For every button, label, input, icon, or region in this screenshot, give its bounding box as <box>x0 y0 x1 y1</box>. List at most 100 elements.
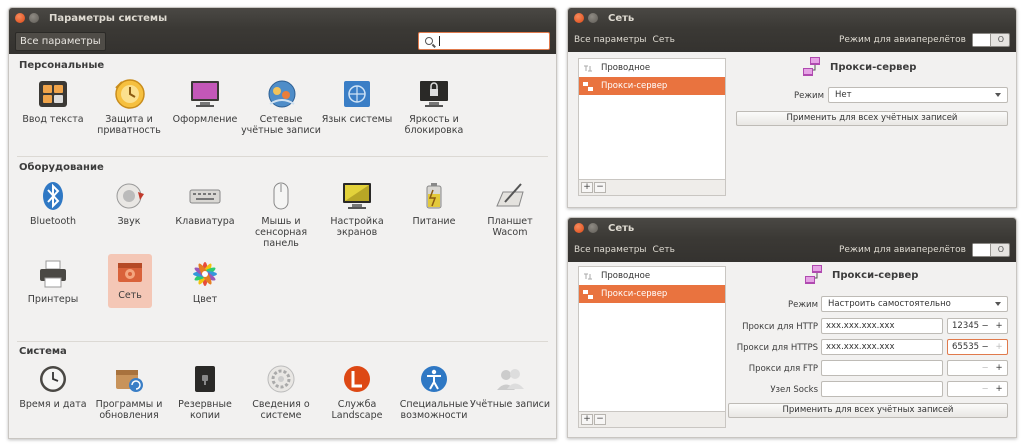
system-settings-window: Параметры системы Все параметры Персонал… <box>8 7 557 439</box>
item-user-accounts[interactable]: Учётные записи <box>470 363 550 410</box>
proxy-header: Прокси-сервер <box>802 56 916 78</box>
device-row-wired[interactable]: Проводное <box>579 59 725 77</box>
socks-port-stepper[interactable]: − + <box>947 381 1008 397</box>
network-window-proxy-none: Сеть Все параметры Сеть Режим для авиапе… <box>567 7 1017 208</box>
all-settings-button[interactable]: Все параметры <box>15 31 106 51</box>
socks-host-input[interactable] <box>821 381 943 397</box>
item-displays[interactable]: Настройка экранов <box>317 180 397 238</box>
airplane-mode-label: Режим для авиаперелётов <box>838 245 966 255</box>
https-proxy-input[interactable]: xxx.xxx.xxx.xxx <box>821 339 943 355</box>
airplane-mode-toggle[interactable]: O <box>972 243 1010 257</box>
proxy-mode-select[interactable]: Нет <box>828 87 1008 103</box>
item-mouse-touchpad[interactable]: Мышь и сенсорная панель <box>241 180 321 249</box>
item-online-accounts[interactable]: Сетевые учётные записи <box>241 78 321 136</box>
item-bluetooth[interactable]: Bluetooth <box>13 180 93 227</box>
titlebar: Параметры системы <box>9 8 556 28</box>
https-proxy-label: Прокси для HTTPS <box>736 343 818 353</box>
remove-device-button[interactable]: − <box>594 182 606 193</box>
item-brightness-lock[interactable]: Яркость и блокировка <box>394 78 474 136</box>
item-system-details[interactable]: Сведения о системе <box>241 363 321 421</box>
breadcrumb-all-settings[interactable]: Все параметры <box>574 245 647 255</box>
https-port-stepper[interactable]: 65535 − + <box>947 339 1008 355</box>
wacom-tablet-icon <box>493 180 527 212</box>
minimize-window-button[interactable] <box>588 13 598 23</box>
add-device-button[interactable]: + <box>581 414 593 425</box>
close-window-button[interactable] <box>15 13 25 23</box>
minimize-window-button[interactable] <box>29 13 39 23</box>
proxy-icon <box>583 289 593 299</box>
http-proxy-input[interactable]: xxx.xxx.xxx.xxx <box>821 318 943 334</box>
increment-button[interactable]: + <box>993 319 1005 333</box>
item-label: Служба Landscape <box>331 399 383 421</box>
ftp-port-stepper[interactable]: − + <box>947 360 1008 376</box>
increment-button[interactable]: + <box>993 382 1005 396</box>
item-backups[interactable]: Резервные копии <box>165 363 245 421</box>
increment-button[interactable]: + <box>993 361 1005 375</box>
item-label: Питание <box>412 216 456 227</box>
power-icon <box>417 180 451 212</box>
proxy-mode-select[interactable]: Настроить самостоятельно <box>821 296 1008 312</box>
close-window-button[interactable] <box>574 13 584 23</box>
device-row-proxy[interactable]: Прокси-сервер <box>579 77 725 95</box>
item-security-privacy[interactable]: Защита и приватность <box>89 78 169 136</box>
security-privacy-icon <box>112 78 146 110</box>
item-sound[interactable]: Звук <box>89 180 169 227</box>
item-color[interactable]: Цвет <box>165 258 245 305</box>
toggle-state: O <box>997 35 1004 44</box>
search-input[interactable] <box>418 32 550 50</box>
decrement-button[interactable]: − <box>979 361 991 375</box>
ftp-proxy-input[interactable] <box>821 360 943 376</box>
item-time-date[interactable]: Время и дата <box>13 363 93 410</box>
breadcrumb-all-settings[interactable]: Все параметры <box>574 35 647 45</box>
keyboard-icon <box>188 180 222 212</box>
decrement-button[interactable]: − <box>979 340 991 354</box>
item-network[interactable]: Сеть <box>108 254 152 308</box>
proxy-mode-value: Настроить самостоятельно <box>828 299 951 309</box>
device-label: Прокси-сервер <box>601 81 668 91</box>
breadcrumb-network[interactable]: Сеть <box>653 245 675 255</box>
mouse-icon <box>264 180 298 212</box>
device-row-wired[interactable]: Проводное <box>579 267 725 285</box>
sound-icon <box>112 180 146 212</box>
decrement-button[interactable]: − <box>979 382 991 396</box>
minimize-window-button[interactable] <box>588 223 598 233</box>
close-window-button[interactable] <box>574 223 584 233</box>
item-label: Клавиатура <box>175 216 235 227</box>
remove-device-button[interactable]: − <box>594 414 606 425</box>
device-row-proxy[interactable]: Прокси-сервер <box>579 285 725 303</box>
keyboard-input-icon <box>36 78 70 110</box>
item-label: Настройка экранов <box>330 216 384 238</box>
divider <box>17 156 548 157</box>
increment-button[interactable]: + <box>993 340 1005 354</box>
item-landscape[interactable]: Служба Landscape <box>317 363 397 421</box>
item-wacom-tablet[interactable]: Планшет Wacom <box>470 180 550 238</box>
wired-network-icon <box>584 273 592 279</box>
item-text-entry[interactable]: Ввод текста <box>13 78 93 125</box>
item-keyboard[interactable]: Клавиатура <box>165 180 245 227</box>
clock-icon <box>36 363 70 395</box>
item-label: Планшет Wacom <box>487 216 533 238</box>
system-details-icon <box>264 363 298 395</box>
decrement-button[interactable]: − <box>979 319 991 333</box>
http-port-stepper[interactable]: 12345 − + <box>947 318 1008 334</box>
titlebar: Сеть <box>568 218 1016 238</box>
section-hardware: Оборудование <box>19 162 104 173</box>
item-appearance[interactable]: Оформление <box>165 78 245 125</box>
ftp-proxy-label: Прокси для FTP <box>748 364 818 374</box>
airplane-mode-toggle[interactable]: O <box>972 33 1010 47</box>
socks-host-label: Узел Socks <box>770 385 818 395</box>
item-accessibility[interactable]: Специальные возможности <box>394 363 474 421</box>
toggle-knob <box>973 244 991 256</box>
device-label: Прокси-сервер <box>601 289 668 299</box>
item-label: Ввод текста <box>22 114 84 125</box>
breadcrumb-network[interactable]: Сеть <box>653 35 675 45</box>
network-window-proxy-manual: Сеть Все параметры Сеть Режим для авиапе… <box>567 217 1017 438</box>
item-software-updates[interactable]: Программы и обновления <box>89 363 169 421</box>
apply-system-wide-button[interactable]: Применить для всех учётных записей <box>728 403 1008 418</box>
item-language[interactable]: Язык системы <box>317 78 397 125</box>
item-printers[interactable]: Принтеры <box>13 258 93 305</box>
apply-system-wide-button[interactable]: Применить для всех учётных записей <box>736 111 1008 126</box>
item-power[interactable]: Питание <box>394 180 474 227</box>
toolbar: Все параметры <box>9 28 556 54</box>
add-device-button[interactable]: + <box>581 182 593 193</box>
